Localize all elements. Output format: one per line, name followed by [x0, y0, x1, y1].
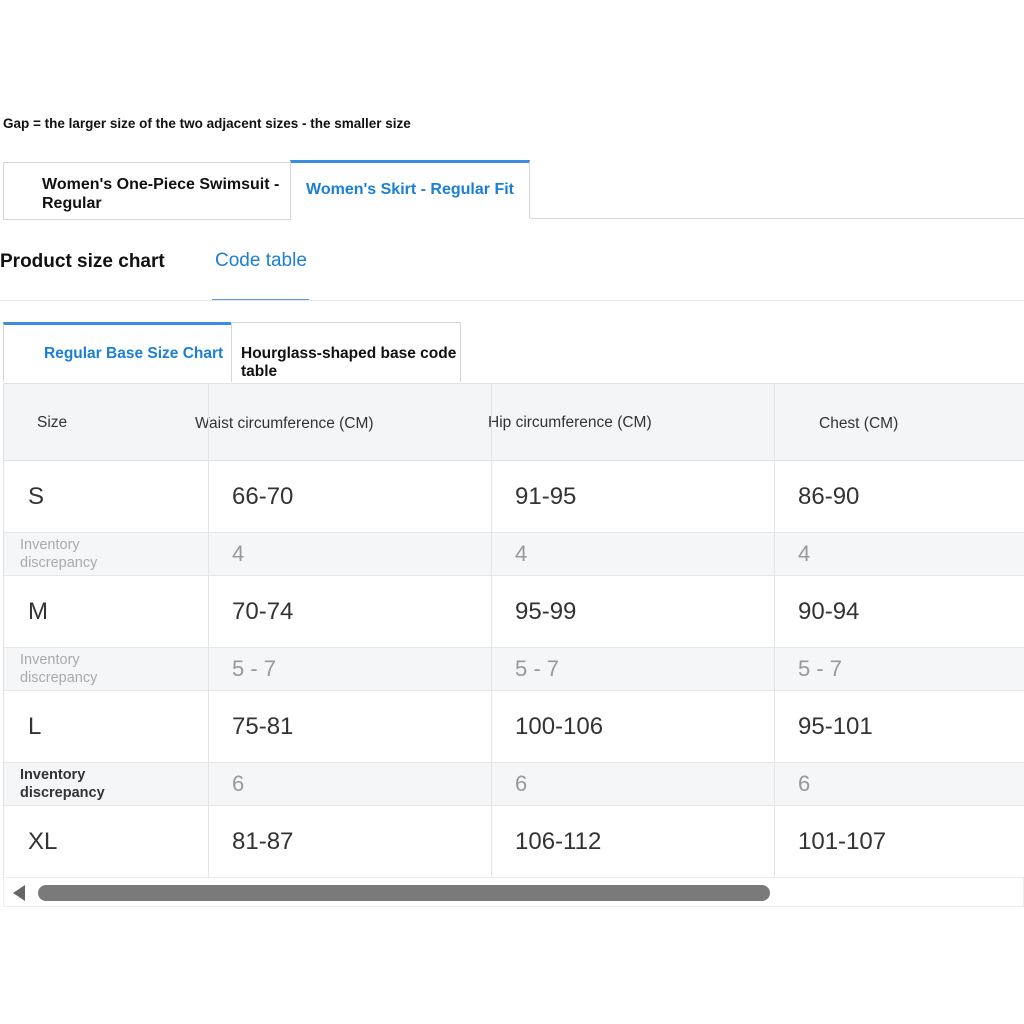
gap-label-line1: Inventory: [20, 652, 80, 668]
gap-note: Gap = the larger size of the two adjacen…: [3, 116, 411, 131]
hip-cell: 91-95: [515, 483, 577, 510]
gap-label: Inventory discrepancy: [20, 536, 97, 572]
gap-label: Inventory discrepancy: [20, 766, 105, 802]
hip-gap-cell: 5 - 7: [515, 656, 560, 681]
chest-cell: 86-90: [798, 483, 860, 510]
waist-gap-cell: 5 - 7: [232, 656, 277, 681]
column-divider: [774, 384, 775, 878]
table-header: Size Waist circumference (CM) Hip circum…: [4, 384, 1024, 461]
tab-regular-base-size-chart[interactable]: Regular Base Size Chart: [3, 322, 232, 382]
horizontal-scrollbar[interactable]: [3, 877, 1024, 907]
tab-skirt-regular-fit[interactable]: Women's Skirt - Regular Fit: [290, 160, 530, 218]
size-cell: XL: [28, 828, 58, 855]
waist-cell: 70-74: [232, 598, 294, 625]
table-row-gap: Inventory discrepancy 6 6 6: [4, 763, 1024, 806]
table-row: M 70-74 95-99 90-94: [4, 576, 1024, 648]
waist-gap-cell: 4: [232, 541, 245, 566]
scrollbar-thumb[interactable]: [38, 885, 770, 901]
tab-label-line2: Regular: [42, 195, 102, 212]
waist-cell: 75-81: [232, 713, 294, 740]
waist-cell: 66-70: [232, 483, 294, 510]
chest-cell: 90-94: [798, 598, 860, 625]
table-row-gap: Inventory discrepancy 4 4 4: [4, 533, 1024, 576]
waist-cell: 81-87: [232, 828, 294, 855]
column-divider: [208, 384, 209, 878]
chest-gap-cell: 4: [798, 541, 811, 566]
gap-label: Inventory discrepancy: [20, 651, 97, 687]
tab-hourglass-base-code-table[interactable]: Hourglass-shaped base code table: [231, 322, 461, 382]
hip-cell: 106-112: [515, 828, 602, 855]
header-size: Size: [37, 414, 68, 431]
table-row: L 75-81 100-106 95-101: [4, 691, 1024, 763]
gap-label-line1: Inventory: [20, 537, 80, 553]
hip-cell: 100-106: [515, 713, 604, 740]
tab-divider: [530, 218, 1024, 219]
gap-label-line2: discrepancy: [20, 555, 98, 571]
chest-cell: 95-101: [798, 713, 873, 740]
table-row-gap: Inventory discrepancy 5 - 7 5 - 7 5 - 7: [4, 648, 1024, 691]
product-size-chart-title: Product size chart: [0, 251, 165, 272]
hip-gap-cell: 6: [515, 771, 528, 796]
header-chest: Chest (CM): [819, 415, 899, 432]
chest-gap-cell: 5 - 7: [798, 656, 843, 681]
hip-gap-cell: 4: [515, 541, 528, 566]
chest-gap-cell: 6: [798, 771, 811, 796]
caret-left-icon[interactable]: [13, 885, 25, 901]
column-divider: [491, 384, 492, 878]
size-cell: S: [28, 483, 45, 510]
size-table: Size Waist circumference (CM) Hip circum…: [3, 383, 1024, 878]
header-waist: Waist circumference (CM): [195, 415, 374, 432]
product-tabs: Women's One-Piece Swimsuit - Regular Wom…: [3, 160, 1024, 220]
tab-label-line1: Women's One-Piece Swimsuit -: [42, 176, 280, 193]
table-row: XL 81-87 106-112 101-107: [4, 806, 1024, 878]
size-cell: M: [28, 598, 48, 625]
chest-cell: 101-107: [798, 828, 887, 855]
table-row: S 66-70 91-95 86-90: [4, 461, 1024, 533]
gap-label-line2: discrepancy: [20, 670, 98, 686]
size-cell: L: [28, 713, 42, 740]
hip-cell: 95-99: [515, 598, 577, 625]
section-divider: [0, 300, 1024, 301]
tab-one-piece-swimsuit[interactable]: Women's One-Piece Swimsuit - Regular: [3, 162, 291, 220]
waist-gap-cell: 6: [232, 771, 245, 796]
gap-label-line2: discrepancy: [20, 785, 105, 801]
header-hip: Hip circumference (CM): [488, 414, 652, 431]
gap-label-line1: Inventory: [20, 767, 86, 783]
tab-code-table[interactable]: Code table: [215, 250, 307, 272]
